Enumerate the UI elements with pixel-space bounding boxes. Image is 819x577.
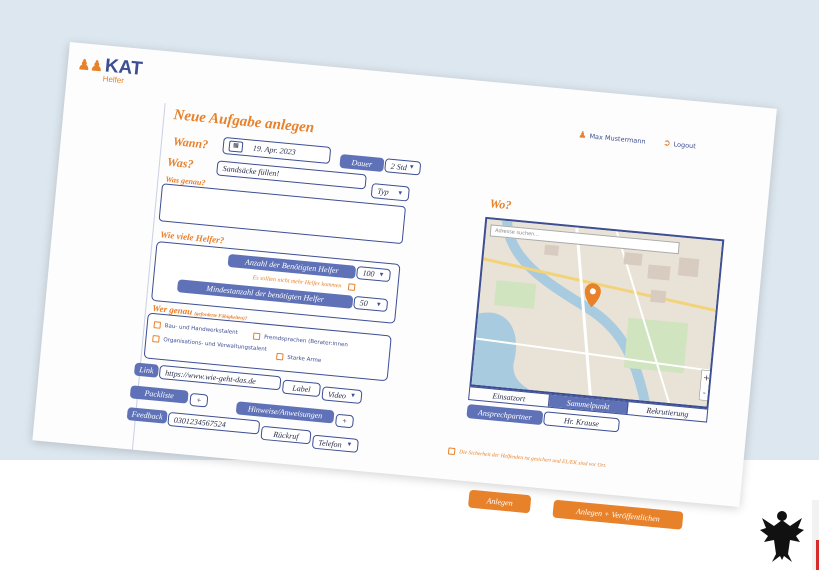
duration-value: 2 Std: [390, 161, 408, 172]
date-value: 19. Apr. 2023: [252, 143, 297, 157]
type-label: Typ: [376, 186, 390, 197]
when-label: Wann?: [172, 134, 209, 152]
calendar-icon: ▦: [228, 140, 244, 153]
create-button[interactable]: Anlegen: [467, 489, 532, 514]
callback-button[interactable]: Rückruf: [260, 425, 312, 445]
link-label: Link: [133, 362, 160, 378]
people-icon: ♟♟: [77, 55, 104, 75]
min-helpers-value: 50: [359, 298, 369, 309]
what-label: Was?: [166, 154, 195, 172]
page-title: Neue Aufgabe anlegen: [172, 107, 315, 137]
label-button-text: Label: [291, 382, 311, 394]
create-publish-button[interactable]: Anlegen + Veröffentlichen: [552, 499, 684, 530]
max-helpers-checkbox[interactable]: [347, 283, 356, 291]
contact-label: Ansprechpartner: [466, 404, 544, 426]
contact-value: Hr. Krause: [563, 415, 600, 428]
svg-text:+: +: [703, 373, 711, 383]
channel-select[interactable]: Telefon ▼: [311, 434, 359, 453]
logout-button[interactable]: ➲ Logout: [663, 138, 697, 151]
chevron-down-icon: ▼: [346, 441, 353, 449]
packlist-add-button[interactable]: +: [189, 392, 209, 408]
brand-flag-bar: [812, 500, 819, 570]
chevron-down-icon: ▼: [408, 164, 415, 171]
helper-count-value: 100: [362, 268, 375, 279]
map-view: + -: [471, 219, 725, 409]
checkbox[interactable]: [276, 352, 284, 361]
channel-value: Telefon: [318, 437, 343, 449]
plus-icon: +: [195, 395, 202, 405]
safety-text: Die Sicherheit der Helfenden ist gesiche…: [458, 449, 607, 470]
date-picker[interactable]: ▦ 19. Apr. 2023: [222, 136, 332, 164]
type-select[interactable]: Typ ▼: [370, 183, 410, 202]
instructions-add-button[interactable]: +: [334, 413, 355, 429]
safety-confirmation[interactable]: Die Sicherheit der Helfenden ist gesiche…: [447, 447, 607, 470]
user-name: Max Mustermann: [589, 132, 646, 146]
chevron-down-icon: ▼: [378, 271, 385, 279]
feedback-value: 0301234567524: [173, 414, 227, 429]
duration-label: Dauer: [339, 153, 385, 173]
packlist-label: Packliste: [129, 385, 189, 404]
plus-icon: +: [341, 416, 348, 426]
mockup-sheet: ♟♟KAT Helfer ♟ Max Mustermann ➲ Logout Neu…: [32, 42, 777, 530]
logout-label: Logout: [673, 140, 697, 151]
link-type-select[interactable]: Video ▼: [321, 386, 363, 405]
contact-input[interactable]: Hr. Krause: [543, 411, 621, 433]
logout-icon: ➲: [662, 138, 672, 149]
chevron-down-icon: ▼: [397, 189, 404, 197]
chevron-down-icon: ▼: [375, 301, 382, 308]
app-logo[interactable]: ♟♟KAT Helfer: [76, 53, 143, 87]
where-label: Wo?: [489, 196, 513, 213]
checkbox[interactable]: [153, 321, 162, 329]
checkbox[interactable]: [252, 332, 261, 341]
label-button[interactable]: Label: [281, 379, 322, 398]
user-icon: ♟: [578, 130, 587, 142]
federal-eagle-logo: [760, 511, 804, 562]
chevron-down-icon: ▼: [349, 392, 357, 400]
user-menu[interactable]: ♟ Max Mustermann: [578, 130, 646, 146]
safety-checkbox[interactable]: [447, 447, 456, 456]
checkbox[interactable]: [152, 335, 160, 343]
task-value: Sandsäcke füllen!: [222, 163, 280, 179]
duration-select[interactable]: 2 Std ▼: [384, 158, 422, 176]
link-type-value: Video: [327, 389, 347, 401]
callback-label: Rückruf: [272, 429, 299, 441]
feedback-label: Feedback: [126, 407, 168, 424]
link-value: https://www.wie-geht-das.de: [164, 367, 257, 386]
